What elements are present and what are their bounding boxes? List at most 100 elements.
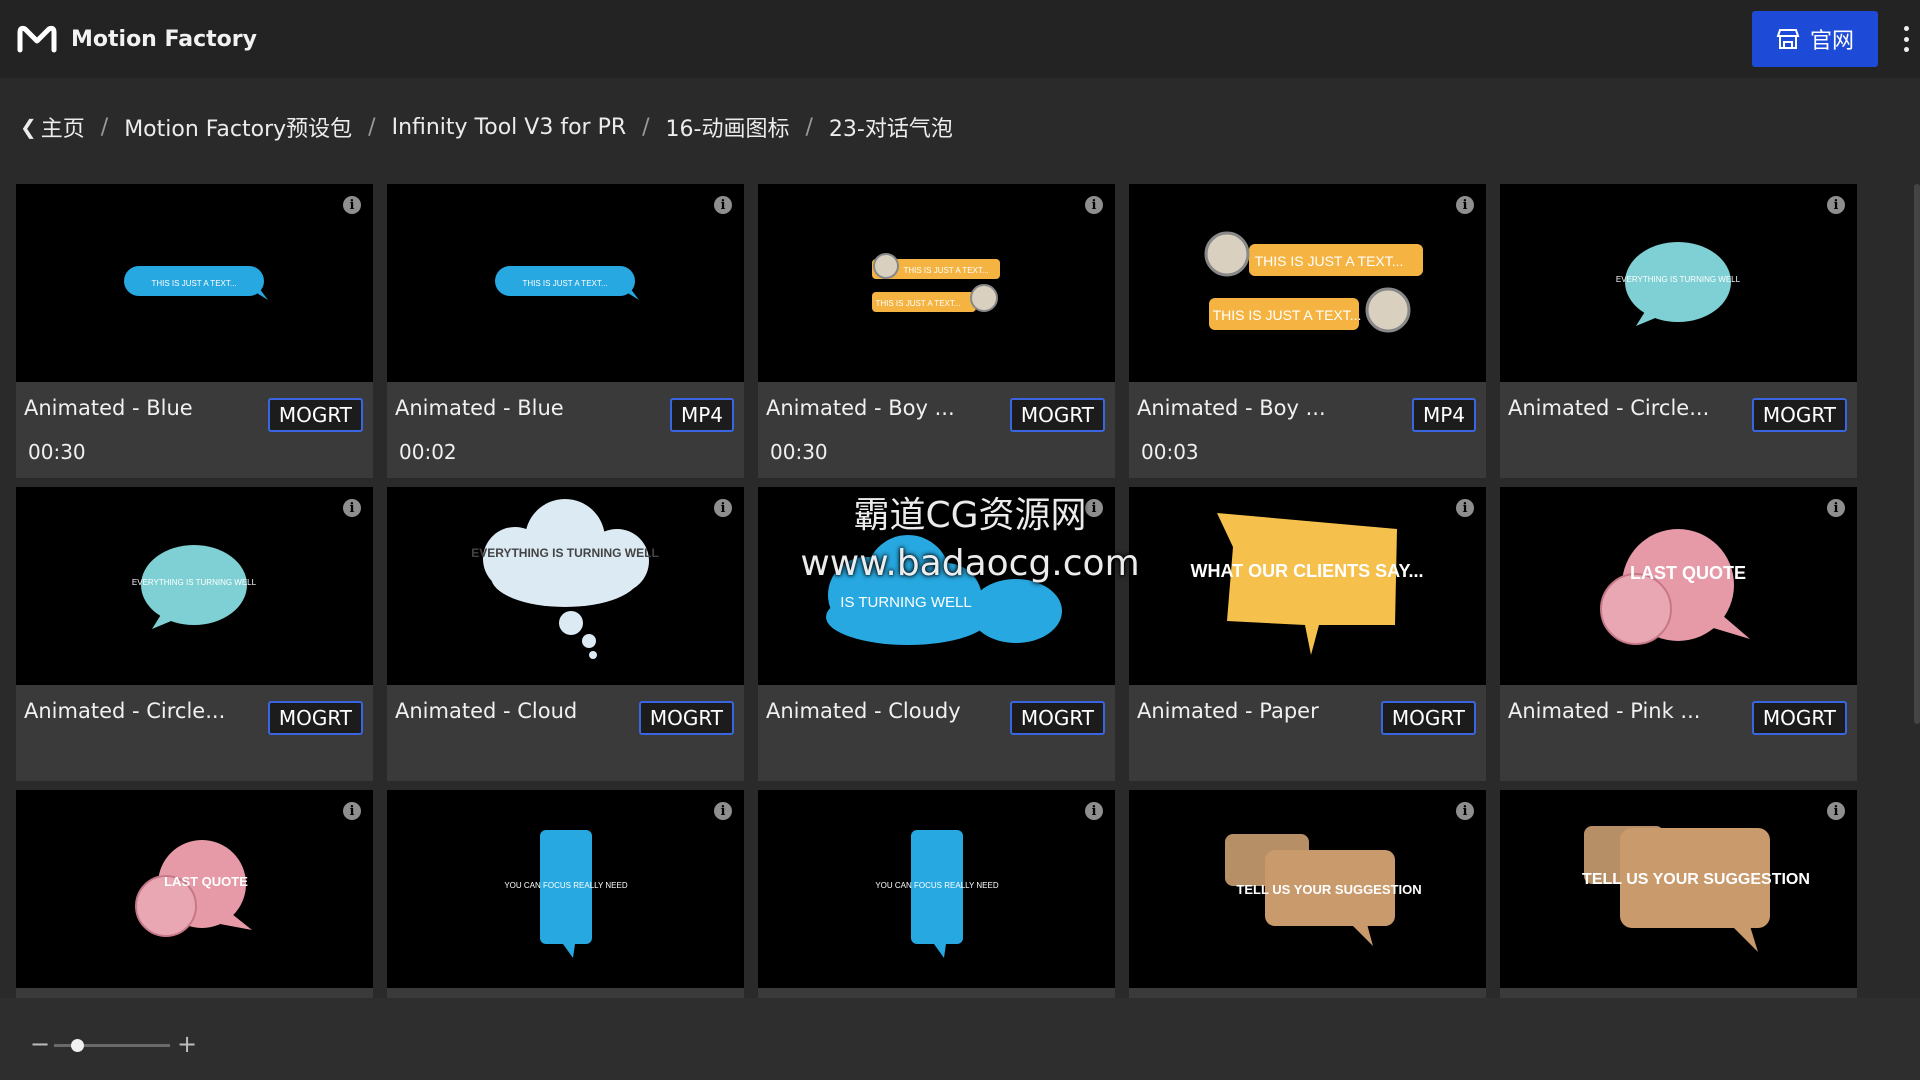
scrollbar-thumb[interactable] <box>1914 184 1920 724</box>
info-icon[interactable]: i <box>1456 499 1474 517</box>
asset-name: Animated - Cloudy <box>766 699 961 723</box>
format-badge: MP4 <box>669 398 734 432</box>
app-logo: Motion Factory <box>17 24 257 54</box>
asset-thumbnail: THIS IS JUST A TEXT... <box>387 184 744 382</box>
official-site-button[interactable]: 官网 <box>1752 11 1878 67</box>
asset-card[interactable]: LAST QUOTE i Animated - Pink ... MOGRT <box>1500 487 1857 781</box>
asset-name: Animated - Paper <box>1137 699 1319 723</box>
format-badge: MP4 <box>1411 398 1476 432</box>
chevron-left-icon: ❮ <box>20 115 37 139</box>
info-icon[interactable]: i <box>1085 196 1103 214</box>
asset-duration: 00:02 <box>399 440 457 464</box>
asset-thumbnail: LAST QUOTE <box>1500 487 1857 685</box>
asset-card[interactable]: THIS IS JUST A TEXT... THIS IS JUST A TE… <box>758 184 1115 478</box>
info-icon[interactable]: i <box>1085 802 1103 820</box>
info-icon[interactable]: i <box>1827 499 1845 517</box>
asset-name: Animated - Pink ... <box>1508 699 1701 723</box>
breadcrumb-item-tool[interactable]: Infinity Tool V3 for PR <box>392 115 627 140</box>
asset-thumbnail: IS TURNING WELL <box>758 487 1115 685</box>
asset-grid: THIS IS JUST A TEXT... i Animated - Blue… <box>16 184 1858 999</box>
zoom-out-icon[interactable]: − <box>30 1031 50 1057</box>
asset-thumbnail: THIS IS JUST A TEXT... THIS IS JUST A TE… <box>1129 184 1486 382</box>
svg-text:THIS IS JUST A TEXT...: THIS IS JUST A TEXT... <box>522 279 607 288</box>
breadcrumb-separator: / <box>805 114 813 140</box>
asset-thumbnail: WHAT OUR CLIENTS SAY... <box>1129 487 1486 685</box>
asset-thumbnail: EVERYTHING IS TURNING WELL <box>387 487 744 685</box>
asset-card[interactable]: THIS IS JUST A TEXT... i Animated - Blue… <box>16 184 373 478</box>
svg-text:TELL US YOUR SUGGESTION: TELL US YOUR SUGGESTION <box>1582 871 1810 888</box>
format-badge: MOGRT <box>1751 398 1847 432</box>
svg-text:WHAT OUR CLIENTS SAY...: WHAT OUR CLIENTS SAY... <box>1190 561 1423 581</box>
asset-thumbnail: LAST QUOTE <box>16 790 373 988</box>
asset-thumbnail: TELL US YOUR SUGGESTION <box>1129 790 1486 988</box>
breadcrumb: ❮ 主页 / Motion Factory预设包 / Infinity Tool… <box>20 110 953 144</box>
asset-card[interactable]: LAST QUOTE i <box>16 790 373 999</box>
format-badge: MOGRT <box>267 701 363 735</box>
asset-duration: 00:30 <box>28 440 86 464</box>
asset-name: Animated - Circle... <box>1508 396 1710 420</box>
store-icon <box>1776 29 1800 49</box>
asset-duration: 00:03 <box>1141 440 1199 464</box>
info-icon[interactable]: i <box>1827 802 1845 820</box>
asset-name: Animated - Boy ... <box>1137 396 1326 420</box>
format-badge: MOGRT <box>638 701 734 735</box>
svg-text:EVERYTHING IS TURNING WELL: EVERYTHING IS TURNING WELL <box>132 578 257 587</box>
asset-card[interactable]: YOU CAN FOCUS REALLY NEED i <box>758 790 1115 999</box>
info-icon[interactable]: i <box>714 196 732 214</box>
breadcrumb-item-category[interactable]: 16-动画图标 <box>666 111 790 143</box>
svg-text:LAST QUOTE: LAST QUOTE <box>164 874 248 889</box>
info-icon[interactable]: i <box>343 196 361 214</box>
asset-card[interactable]: THIS IS JUST A TEXT... THIS IS JUST A TE… <box>1129 184 1486 478</box>
svg-text:THIS IS JUST A TEXT...: THIS IS JUST A TEXT... <box>875 299 960 308</box>
svg-text:TELL US YOUR SUGGESTION: TELL US YOUR SUGGESTION <box>1236 882 1421 897</box>
format-badge: MOGRT <box>1009 398 1105 432</box>
asset-card[interactable]: WHAT OUR CLIENTS SAY... i Animated - Pap… <box>1129 487 1486 781</box>
asset-thumbnail: EVERYTHING IS TURNING WELL <box>1500 184 1857 382</box>
official-site-label: 官网 <box>1809 29 1854 54</box>
asset-card[interactable]: YOU CAN FOCUS REALLY NEED i <box>387 790 744 999</box>
asset-card[interactable]: TELL US YOUR SUGGESTION i <box>1129 790 1486 999</box>
asset-card[interactable]: EVERYTHING IS TURNING WELL i Animated - … <box>16 487 373 781</box>
asset-name: Animated - Blue <box>395 396 564 420</box>
asset-card[interactable]: EVERYTHING IS TURNING WELL i Animated - … <box>387 487 744 781</box>
svg-text:YOU CAN FOCUS REALLY NEED: YOU CAN FOCUS REALLY NEED <box>504 881 628 890</box>
format-badge: MOGRT <box>1380 701 1476 735</box>
format-badge: MOGRT <box>1751 701 1847 735</box>
footer-bar <box>0 998 1920 1080</box>
svg-text:THIS IS JUST A TEXT...: THIS IS JUST A TEXT... <box>151 279 236 288</box>
info-icon[interactable]: i <box>1085 499 1103 517</box>
zoom-in-icon[interactable]: + <box>177 1031 197 1057</box>
asset-card[interactable]: THIS IS JUST A TEXT... i Animated - Blue… <box>387 184 744 478</box>
motion-factory-logo-icon <box>17 25 57 53</box>
info-icon[interactable]: i <box>1827 196 1845 214</box>
asset-card[interactable]: IS TURNING WELL i Animated - Cloudy MOGR… <box>758 487 1115 781</box>
breadcrumb-separator: / <box>100 114 109 140</box>
breadcrumb-separator: / <box>642 114 650 140</box>
asset-thumbnail: THIS IS JUST A TEXT... THIS IS JUST A TE… <box>758 184 1115 382</box>
format-badge: MOGRT <box>1009 701 1105 735</box>
top-bar: Motion Factory 官网 <box>0 0 1920 78</box>
asset-duration: 00:30 <box>770 440 828 464</box>
svg-text:THIS IS JUST A TEXT...: THIS IS JUST A TEXT... <box>1255 253 1404 269</box>
info-icon[interactable]: i <box>343 499 361 517</box>
info-icon[interactable]: i <box>714 802 732 820</box>
breadcrumb-separator: / <box>368 114 376 140</box>
svg-text:IS TURNING WELL: IS TURNING WELL <box>840 594 971 611</box>
svg-text:EVERYTHING IS TURNING WELL: EVERYTHING IS TURNING WELL <box>1616 275 1741 284</box>
asset-thumbnail: THIS IS JUST A TEXT... <box>16 184 373 382</box>
more-menu-icon[interactable] <box>1900 26 1912 52</box>
info-icon[interactable]: i <box>343 802 361 820</box>
info-icon[interactable]: i <box>714 499 732 517</box>
svg-text:YOU CAN FOCUS REALLY NEED: YOU CAN FOCUS REALLY NEED <box>875 881 999 890</box>
info-icon[interactable]: i <box>1456 196 1474 214</box>
info-icon[interactable]: i <box>1456 802 1474 820</box>
svg-text:EVERYTHING IS TURNING WELL: EVERYTHING IS TURNING WELL <box>471 546 659 560</box>
breadcrumb-home[interactable]: ❮ 主页 <box>20 111 85 143</box>
asset-card[interactable]: TELL US YOUR SUGGESTION i <box>1500 790 1857 999</box>
asset-thumbnail: YOU CAN FOCUS REALLY NEED <box>758 790 1115 988</box>
asset-card[interactable]: EVERYTHING IS TURNING WELL i Animated - … <box>1500 184 1857 478</box>
app-title: Motion Factory <box>71 26 257 52</box>
format-badge: MOGRT <box>267 398 363 432</box>
asset-thumbnail: TELL US YOUR SUGGESTION <box>1500 790 1857 988</box>
breadcrumb-item-pack[interactable]: Motion Factory预设包 <box>124 111 352 143</box>
